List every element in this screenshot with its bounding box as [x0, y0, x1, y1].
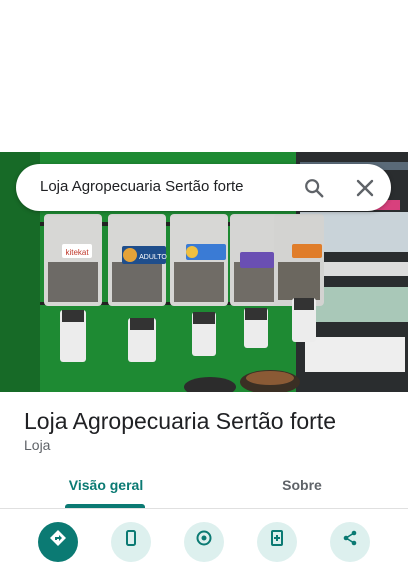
save-icon — [271, 530, 283, 546]
dispenser-label-kitekat: kitekat — [65, 248, 89, 257]
phone-icon — [126, 530, 136, 546]
call-button[interactable] — [111, 522, 151, 562]
location-share-icon — [196, 530, 212, 546]
tab-selected-indicator — [65, 504, 145, 508]
search-input[interactable]: Loja Agropecuaria Sertão forte — [40, 178, 243, 195]
tab-overview[interactable]: Visão geral — [52, 466, 160, 508]
directions-icon — [50, 530, 66, 546]
share-icon — [343, 530, 357, 546]
place-title: Loja Agropecuaria Sertão forte — [24, 408, 336, 434]
map-blank-area — [0, 0, 408, 152]
tab-about[interactable]: Sobre — [247, 466, 357, 508]
close-icon[interactable] — [356, 179, 374, 197]
dispenser-label-adulto: ADULTO — [139, 254, 167, 261]
save-button[interactable] — [257, 522, 297, 562]
share-button[interactable] — [330, 522, 370, 562]
share-location-button[interactable] — [184, 522, 224, 562]
search-bar[interactable]: Loja Agropecuaria Sertão forte — [16, 164, 391, 211]
search-icon[interactable] — [303, 177, 325, 199]
directions-button[interactable] — [38, 522, 78, 562]
tab-bar: Visão geral Sobre — [0, 466, 408, 509]
place-category: Loja — [24, 437, 51, 453]
